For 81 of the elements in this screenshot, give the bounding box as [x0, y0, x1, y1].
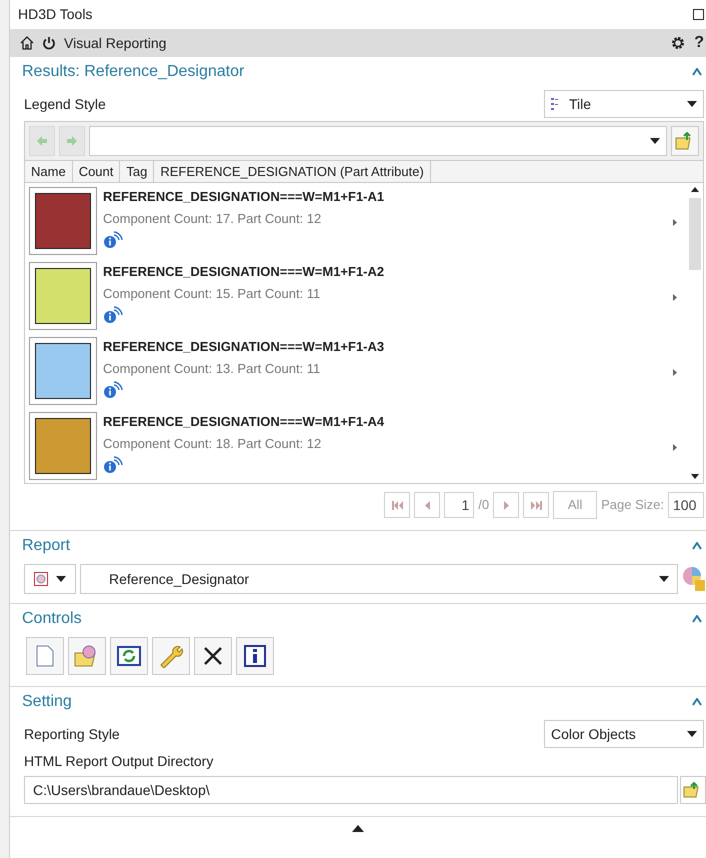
legend-item-title: REFERENCE_DESIGNATION===W=M1+F1-A4	[103, 413, 386, 431]
browse-folder-button[interactable]	[680, 776, 706, 804]
dropdown-caret-icon[interactable]	[687, 101, 697, 107]
section-title[interactable]: Setting	[22, 690, 72, 714]
document-icon	[36, 645, 54, 667]
color-swatch[interactable]	[29, 187, 97, 255]
page-size-label: Page Size:	[601, 496, 664, 514]
section-title[interactable]: Report	[22, 534, 70, 558]
dropdown-caret-icon[interactable]	[659, 576, 669, 582]
info-icon	[244, 645, 266, 667]
info-button[interactable]	[236, 637, 274, 675]
last-page-icon	[530, 500, 542, 510]
close-icon	[204, 647, 222, 665]
info-broadcast-icon[interactable]	[103, 381, 123, 399]
dropdown-caret-icon[interactable]	[687, 731, 697, 737]
expand-arrow-icon[interactable]	[673, 444, 677, 451]
refresh-button[interactable]	[110, 637, 148, 675]
settings-icon[interactable]	[670, 35, 686, 51]
scroll-up-icon[interactable]	[691, 187, 699, 192]
new-document-button[interactable]	[26, 637, 64, 675]
scrollbar-thumb[interactable]	[689, 198, 701, 270]
panel-title: Visual Reporting	[64, 34, 168, 53]
expand-arrow-icon[interactable]	[673, 369, 677, 376]
wrench-icon	[158, 644, 184, 668]
section-title[interactable]: Results: Reference_Designator	[22, 60, 244, 84]
page-size-field[interactable]: 100	[668, 492, 704, 518]
legend-style-dropdown[interactable]: Tile	[544, 90, 704, 118]
info-broadcast-icon[interactable]	[103, 306, 123, 324]
previous-icon	[424, 500, 430, 510]
dropdown-caret-icon[interactable]	[56, 576, 66, 582]
color-swatch[interactable]	[29, 262, 97, 330]
left-arrow-icon	[37, 136, 47, 146]
legend-item-detail: Component Count: 18. Part Count: 12	[103, 434, 322, 453]
field-label: HTML Report Output Directory	[23, 752, 214, 771]
delete-button[interactable]	[194, 637, 232, 675]
legend-item-detail: Component Count: 17. Part Count: 12	[103, 210, 322, 228]
scroll-down-icon[interactable]	[691, 474, 699, 479]
dropdown-caret-icon[interactable]	[650, 138, 660, 144]
column-header[interactable]: Count	[72, 161, 120, 182]
page-total: /0	[478, 496, 490, 514]
collapse-chevron-icon[interactable]	[692, 698, 702, 706]
help-button[interactable]: ?	[694, 31, 704, 55]
collapse-chevron-icon[interactable]	[692, 615, 702, 623]
field-label: Legend Style	[24, 94, 106, 114]
window-title: HD3D Tools	[18, 5, 92, 24]
export-folder-button[interactable]	[671, 126, 699, 156]
color-wheel-icon[interactable]	[682, 566, 706, 592]
output-directory-field[interactable]: C:\Users\brandaue\Desktop\	[24, 776, 678, 804]
next-icon	[504, 500, 509, 510]
expand-arrow-icon[interactable]	[673, 294, 677, 301]
power-icon[interactable]	[42, 36, 56, 50]
reporting-style-dropdown[interactable]: Color Objects	[544, 720, 704, 748]
first-page-icon	[392, 500, 403, 510]
collapse-chevron-icon[interactable]	[692, 68, 702, 76]
info-broadcast-icon[interactable]	[103, 231, 123, 249]
section-title[interactable]: Controls	[22, 607, 82, 631]
column-header[interactable]: Tag	[120, 161, 154, 182]
collapse-chevron-icon[interactable]	[692, 542, 702, 550]
color-swatch[interactable]	[29, 412, 97, 480]
legend-item-title: REFERENCE_DESIGNATION===W=M1+F1-A3	[103, 338, 386, 356]
info-broadcast-icon[interactable]	[103, 456, 123, 474]
expand-panel-icon[interactable]	[352, 825, 364, 832]
column-header[interactable]: Name	[25, 161, 73, 182]
maximize-icon[interactable]	[693, 9, 704, 20]
tools-button[interactable]	[152, 637, 190, 675]
column-header[interactable]: REFERENCE_DESIGNATION (Part Attribute)	[154, 161, 431, 182]
refresh-icon	[117, 646, 141, 666]
report-type-dropdown[interactable]	[24, 564, 76, 594]
home-icon[interactable]	[20, 36, 34, 50]
color-swatch[interactable]	[29, 337, 97, 405]
legend-item-detail: Component Count: 15. Part Count: 11	[103, 284, 322, 303]
legend-item-title: REFERENCE_DESIGNATION===W=M1+F1-A2	[103, 263, 386, 281]
legend-item-detail: Component Count: 13. Part Count: 11	[103, 360, 322, 378]
legend-item-title: REFERENCE_DESIGNATION===W=M1+F1-A1	[103, 188, 386, 206]
expand-arrow-icon[interactable]	[673, 219, 677, 226]
tile-list-icon	[551, 97, 559, 111]
right-arrow-icon	[67, 136, 77, 146]
page-number-field[interactable]: 1	[444, 492, 474, 518]
report-name-dropdown[interactable]: Reference_Designator	[80, 564, 678, 594]
field-label: Reporting Style	[24, 724, 120, 744]
report-type-icon	[34, 572, 48, 586]
